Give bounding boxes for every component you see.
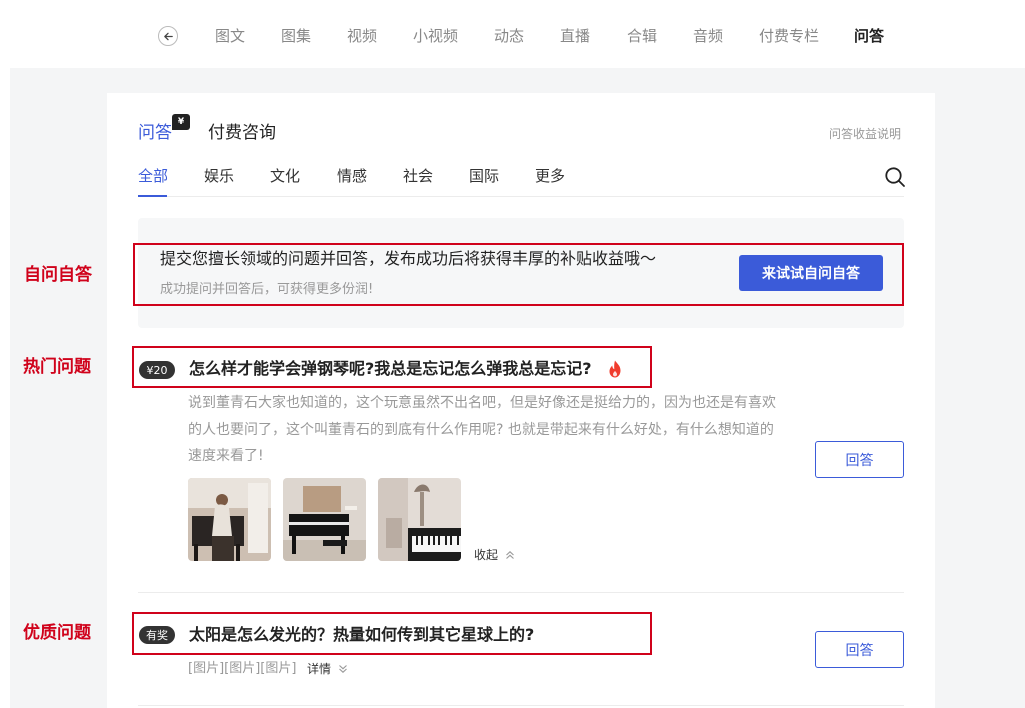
bottom-divider	[138, 705, 904, 706]
question-description: 说到董青石大家也知道的，这个玩意虽然不出名吧，但是好像还是挺给力的，因为也还是有…	[188, 395, 776, 464]
question-image-3[interactable]	[378, 478, 461, 561]
tab-qa-title[interactable]: 问答	[138, 122, 172, 144]
piano-room-image	[378, 478, 461, 561]
category-tab-culture[interactable]: 文化	[270, 166, 300, 186]
top-navigation: 图文 图集 视频 小视频 动态 直播 合辑 音频 付费专栏 问答	[0, 0, 1025, 68]
chevron-up-double-icon	[505, 551, 514, 559]
yen-badge: ¥	[172, 114, 190, 130]
nav-tab-short-video[interactable]: 小视频	[413, 26, 458, 46]
nav-tab-graphic[interactable]: 图文	[215, 26, 245, 46]
category-tab-more[interactable]: 更多	[535, 166, 565, 186]
answer-button-2[interactable]: 回答	[815, 631, 904, 668]
nav-tab-moments[interactable]: 动态	[494, 26, 524, 46]
question-title-sun[interactable]: 太阳是怎么发光的？热量如何传到其它星球上的?	[189, 624, 534, 646]
arrow-left-icon	[163, 32, 173, 40]
category-tab-all[interactable]: 全部	[138, 166, 168, 186]
annotation-label-self-qa: 自问自答	[24, 265, 92, 285]
try-self-qa-button[interactable]: 来试试自问自答	[739, 255, 883, 291]
tab-paid-consult[interactable]: 付费咨询	[208, 122, 276, 144]
annotation-label-quality: 优质问题	[23, 623, 91, 643]
nav-tab-gallery[interactable]: 图集	[281, 26, 311, 46]
category-tab-society[interactable]: 社会	[403, 166, 433, 186]
reward-badge: 有奖	[139, 626, 175, 644]
nav-tab-paid-column[interactable]: 付费专栏	[759, 26, 819, 46]
black-piano-image	[283, 478, 366, 561]
annotation-label-hot: 热门问题	[23, 357, 91, 377]
image-placeholders: [图片][图片][图片]	[188, 661, 297, 676]
detail-label: 详情	[307, 662, 332, 676]
chevron-down-double-icon	[338, 665, 347, 673]
question-divider	[138, 592, 904, 593]
search-button[interactable]	[884, 166, 906, 188]
category-tab-entertainment[interactable]: 娱乐	[204, 166, 234, 186]
nav-tab-live[interactable]: 直播	[560, 26, 590, 46]
detail-link[interactable]: 详情	[307, 661, 348, 677]
category-tab-emotion[interactable]: 情感	[337, 166, 367, 186]
income-explanation-link[interactable]: 问答收益说明	[829, 126, 901, 142]
banner-title: 提交您擅长领域的问题并回答，发布成功后将获得丰厚的补贴收益哦～	[160, 249, 657, 268]
fire-icon	[609, 360, 621, 378]
piano-player-image	[188, 478, 271, 561]
question-image-2[interactable]	[283, 478, 366, 561]
collapse-label: 收起	[474, 548, 499, 562]
price-badge: ¥20	[139, 361, 175, 379]
answer-button-1[interactable]: 回答	[815, 441, 904, 478]
nav-tab-qa[interactable]: 问答	[854, 26, 884, 46]
active-tab-underline	[138, 195, 167, 197]
question-title-piano[interactable]: 怎么样才能学会弹钢琴呢?我总是忘记怎么弹我总是忘记?	[189, 358, 592, 380]
banner-subtitle: 成功提问并回答后，可获得更多份润!	[160, 282, 374, 297]
search-icon	[885, 167, 905, 187]
collapse-link[interactable]: 收起	[474, 547, 515, 563]
nav-tab-audio[interactable]: 音频	[693, 26, 723, 46]
nav-tab-collection[interactable]: 合辑	[627, 26, 657, 46]
category-divider	[138, 196, 904, 197]
back-button[interactable]	[158, 26, 178, 46]
nav-tab-video[interactable]: 视频	[347, 26, 377, 46]
question-image-1[interactable]	[188, 478, 271, 561]
category-tab-international[interactable]: 国际	[469, 166, 499, 186]
